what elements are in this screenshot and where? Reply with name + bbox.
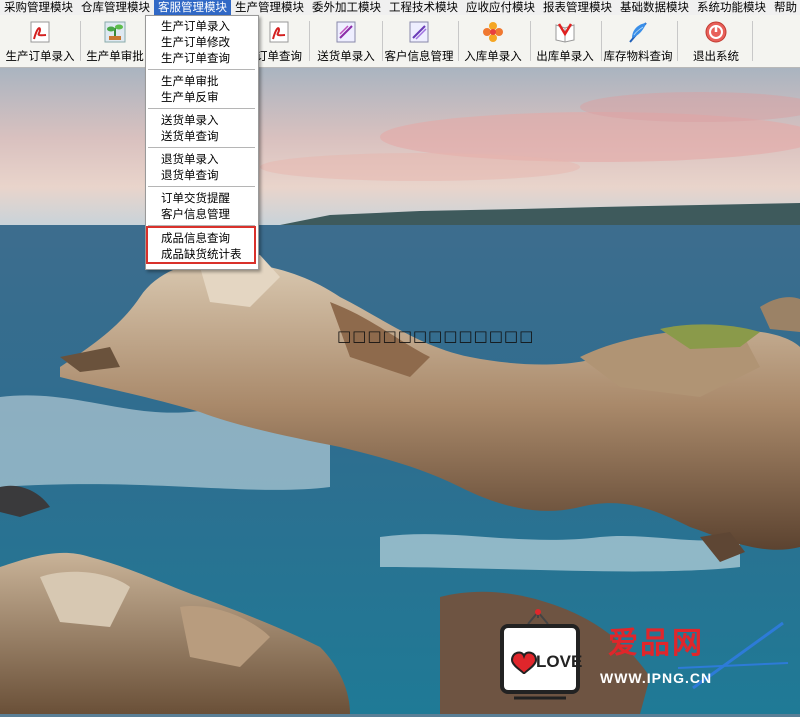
toolbar-divider (601, 21, 602, 61)
menu-divider (148, 186, 255, 187)
menu-item-customer-info[interactable]: 客户信息管理 (161, 206, 230, 222)
toolbar-divider (309, 21, 310, 61)
menu-item-production-order-edit[interactable]: 生产订单修改 (161, 34, 230, 50)
menu-item-delivery-query[interactable]: 送货单查询 (161, 128, 219, 144)
toolbar-divider (382, 21, 383, 61)
menu-engineering[interactable]: 工程技术模块 (385, 0, 462, 15)
production-order-entry-button[interactable]: 生产订单录入 (5, 18, 75, 64)
menu-divider (148, 108, 255, 109)
menu-divider (148, 147, 255, 148)
site-watermark: LOVE 爱品网 WWW.IPNG.CN (498, 608, 798, 714)
menu-item-production-approval[interactable]: 生产单审批 (161, 73, 219, 89)
menu-item-product-info-query[interactable]: 成品信息查询 (161, 230, 230, 246)
toolbar-divider (530, 21, 531, 61)
toolbar-button-label: 退出系统 (693, 49, 739, 63)
document-icon (333, 20, 359, 44)
menu-receivables[interactable]: 应收应付模块 (462, 0, 539, 15)
toolbar-button-label: 出库单录入 (536, 49, 594, 63)
menu-item-return-entry[interactable]: 退货单录入 (161, 151, 219, 167)
menu-system[interactable]: 系统功能模块 (693, 0, 770, 15)
watermark-badge-text: LOVE (536, 652, 583, 671)
menu-item-production-order-query[interactable]: 生产订单查询 (161, 50, 230, 66)
menu-item-production-order-entry[interactable]: 生产订单录入 (161, 18, 230, 34)
customer-service-dropdown: 生产订单录入 生产订单修改 生产订单查询 生产单审批 生产单反审 送货单录入 送… (145, 15, 259, 270)
plant-icon (102, 20, 128, 44)
menu-divider (148, 69, 255, 70)
feather-icon (625, 20, 651, 44)
toolbar-button-label: 订单查询 (256, 49, 302, 63)
pdf-icon (27, 20, 53, 44)
order-query-button[interactable]: 订单查询 (254, 18, 304, 64)
menu-basic-data[interactable]: 基础数据模块 (616, 0, 693, 15)
center-placeholder-text: □□□□□□□□□□□□□ (337, 327, 535, 345)
menu-warehouse[interactable]: 仓库管理模块 (77, 0, 154, 15)
toolbar-divider (752, 21, 753, 61)
inventory-query-button[interactable]: 库存物料查询 (603, 18, 673, 64)
toolbar-divider (458, 21, 459, 61)
power-icon (703, 20, 729, 44)
delivery-entry-button[interactable]: 送货单录入 (314, 18, 378, 64)
toolbar-button-label: 库存物料查询 (603, 49, 673, 63)
toolbar-button-label: 送货单录入 (317, 49, 375, 63)
toolbar: 生产订单录入 生产单审批 订单查询 送货单录入 客户信息管理 入库单录入 出库单… (0, 15, 800, 68)
flower-icon (480, 20, 506, 44)
pdf-icon (266, 20, 292, 44)
document-icon (406, 20, 432, 44)
menu-reports[interactable]: 报表管理模块 (539, 0, 616, 15)
menu-production[interactable]: 生产管理模块 (231, 0, 308, 15)
menu-item-delivery-reminder[interactable]: 订单交货提醒 (161, 190, 230, 206)
customer-info-button[interactable]: 客户信息管理 (384, 18, 454, 64)
menu-item-production-unapprove[interactable]: 生产单反审 (161, 89, 219, 105)
menu-purchase[interactable]: 采购管理模块 (0, 0, 77, 15)
watermark-brand: 爱品网 (608, 626, 704, 661)
menu-item-shortage-stats[interactable]: 成品缺货统计表 (161, 246, 242, 262)
menu-item-return-query[interactable]: 退货单查询 (161, 167, 219, 183)
toolbar-button-label: 生产订单录入 (5, 49, 75, 63)
toolbar-button-label: 入库单录入 (464, 49, 522, 63)
toolbar-divider (80, 21, 81, 61)
watermark-url: WWW.IPNG.CN (600, 670, 713, 686)
menu-help[interactable]: 帮助 (770, 0, 800, 15)
stock-out-entry-button[interactable]: 出库单录入 (534, 18, 596, 64)
stock-in-entry-button[interactable]: 入库单录入 (462, 18, 524, 64)
menu-customer-service[interactable]: 客服管理模块 (154, 0, 231, 15)
production-approval-button[interactable]: 生产单审批 (86, 18, 144, 64)
book-icon (552, 20, 578, 44)
toolbar-divider (677, 21, 678, 61)
menu-outsourcing[interactable]: 委外加工模块 (308, 0, 385, 15)
menu-bar: 采购管理模块 仓库管理模块 客服管理模块 生产管理模块 委外加工模块 工程技术模… (0, 0, 800, 15)
menu-item-delivery-entry[interactable]: 送货单录入 (161, 112, 219, 128)
toolbar-button-label: 客户信息管理 (384, 49, 454, 63)
exit-system-button[interactable]: 退出系统 (690, 18, 742, 64)
toolbar-button-label: 生产单审批 (86, 49, 144, 63)
